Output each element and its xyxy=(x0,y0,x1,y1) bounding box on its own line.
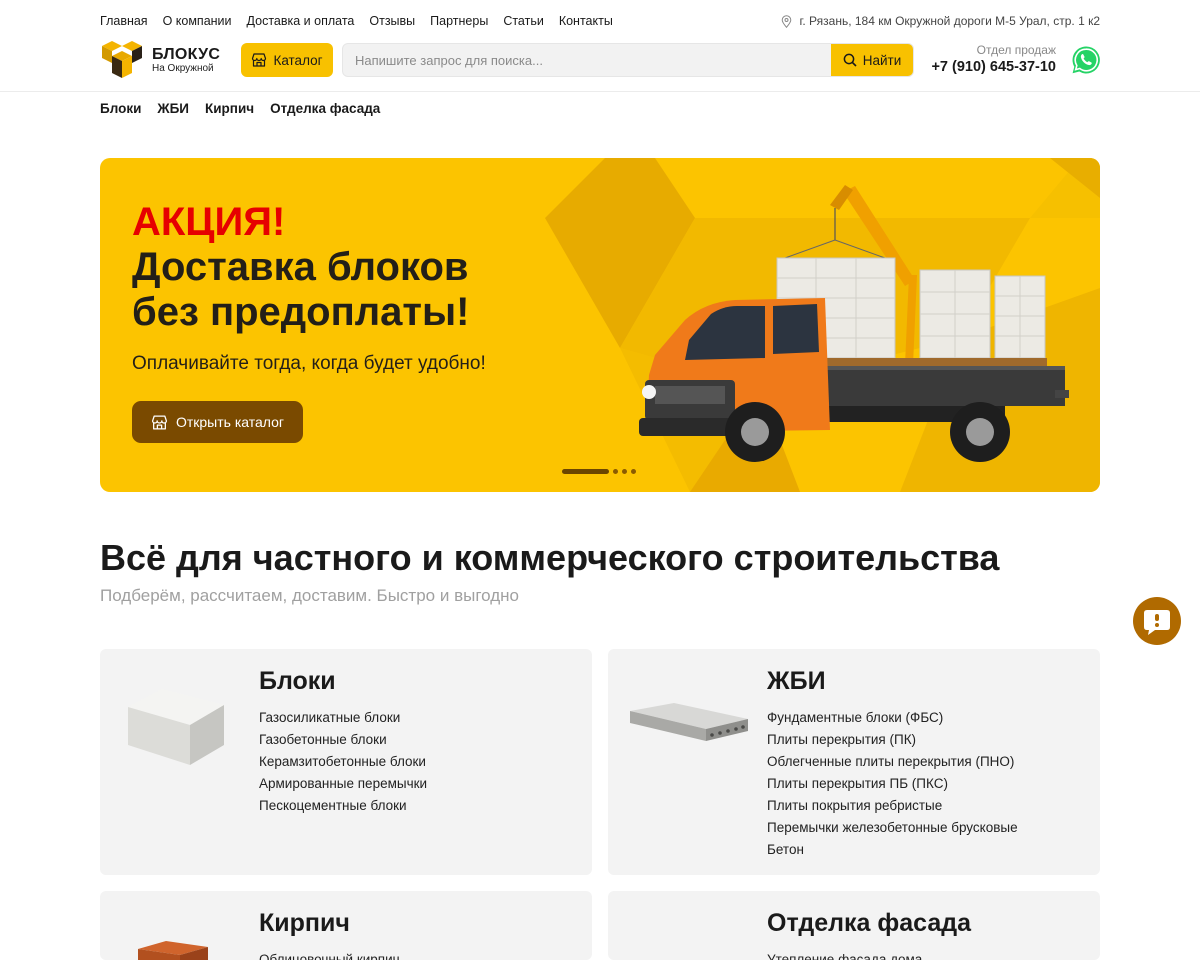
card-link[interactable]: Бетон xyxy=(767,839,1018,861)
card-link-list: Газосиликатные блоки Газобетонные блоки … xyxy=(259,707,427,817)
open-catalog-label: Открыть каталог xyxy=(175,414,285,430)
category-card-brick[interactable]: Кирпич Облицовочный кирпич xyxy=(100,891,592,960)
top-bar: Главная О компании Доставка и оплата Отз… xyxy=(100,12,1100,30)
truck-image xyxy=(639,185,1069,462)
promo-headline-line2: без предоплаты! xyxy=(132,290,470,334)
logo[interactable]: БЛОКУС На Окружной xyxy=(100,40,230,80)
promo-text: АКЦИЯ! Доставка блоков без предоплаты! О… xyxy=(132,200,486,376)
brick-image xyxy=(138,941,208,960)
category-nav-blocks[interactable]: Блоки xyxy=(100,101,141,116)
promo-label: АКЦИЯ! xyxy=(132,200,286,244)
location-pin-icon xyxy=(782,14,792,28)
aerated-block-image xyxy=(128,689,224,765)
card-link[interactable]: Газобетонные блоки xyxy=(259,729,427,751)
card-title: ЖБИ xyxy=(767,667,826,695)
category-nav-concrete[interactable]: ЖБИ xyxy=(157,101,189,116)
card-link[interactable]: Газосиликатные блоки xyxy=(259,707,427,729)
category-card-blocks[interactable]: Блоки Газосиликатные блоки Газобетонные … xyxy=(100,649,592,875)
phone-link[interactable]: +7 (910) 645-37-10 xyxy=(930,57,1056,77)
promo-subtext: Оплачивайте тогда, когда будет удобно! xyxy=(132,353,486,374)
card-title: Блоки xyxy=(259,667,336,695)
search-input[interactable] xyxy=(343,44,829,76)
search-button[interactable]: Найти xyxy=(831,44,913,76)
top-nav-reviews[interactable]: Отзывы xyxy=(369,14,415,28)
card-link[interactable]: Плиты покрытия ребристые xyxy=(767,795,1018,817)
search-button-label: Найти xyxy=(862,52,902,68)
card-link[interactable]: Фундаментные блоки (ФБС) xyxy=(767,707,1018,729)
chat-bubble-icon xyxy=(1144,610,1170,635)
category-nav-facade[interactable]: Отделка фасада xyxy=(270,101,380,116)
chat-widget-button[interactable] xyxy=(1133,597,1181,645)
address-text: г. Рязань, 184 км Окружной дороги М-5 Ур… xyxy=(799,14,1100,28)
card-link[interactable]: Керамзитобетонные блоки xyxy=(259,751,427,773)
top-nav-home[interactable]: Главная xyxy=(100,14,148,28)
card-link-list: Фундаментные блоки (ФБС) Плиты перекрыти… xyxy=(767,707,1018,861)
card-link[interactable]: Плиты перекрытия (ПК) xyxy=(767,729,1018,751)
catalog-button-label: Каталог xyxy=(273,52,323,68)
slider-dot-active[interactable] xyxy=(562,469,609,474)
slider-dot[interactable] xyxy=(631,469,636,474)
floor-slab-image xyxy=(630,703,748,741)
whatsapp-icon[interactable] xyxy=(1070,44,1102,76)
card-link-list: Утепление фасада дома xyxy=(767,949,922,960)
logo-subtitle: На Окружной xyxy=(152,62,214,74)
category-card-concrete[interactable]: ЖБИ Фундаментные блоки (ФБС) Плиты перек… xyxy=(608,649,1100,875)
card-title: Кирпич xyxy=(259,909,350,937)
logo-cubes-icon xyxy=(102,41,142,78)
top-nav-delivery[interactable]: Доставка и оплата xyxy=(247,14,355,28)
top-nav-partners[interactable]: Партнеры xyxy=(430,14,488,28)
sales-contact: Отдел продаж +7 (910) 645-37-10 xyxy=(930,43,1056,77)
card-link[interactable]: Пескоцементные блоки xyxy=(259,795,427,817)
promo-banner: АКЦИЯ! Доставка блоков без предоплаты! О… xyxy=(100,158,1100,492)
card-link[interactable]: Утепление фасада дома xyxy=(767,949,922,960)
store-icon xyxy=(252,53,267,67)
sales-label: Отдел продаж xyxy=(976,43,1056,57)
card-link[interactable]: Облегченные плиты перекрытия (ПНО) xyxy=(767,751,1018,773)
catalog-button[interactable]: Каталог xyxy=(241,43,333,77)
card-link-list: Облицовочный кирпич xyxy=(259,949,400,960)
category-card-facade[interactable]: Отделка фасада Утепление фасада дома xyxy=(608,891,1100,960)
card-title: Отделка фасада xyxy=(767,909,972,937)
search-icon xyxy=(843,53,857,67)
card-link[interactable]: Плиты перекрытия ПБ (ПКС) xyxy=(767,773,1018,795)
card-link[interactable]: Облицовочный кирпич xyxy=(259,949,400,960)
open-catalog-button[interactable]: Открыть каталог xyxy=(132,401,303,443)
search-bar: Найти xyxy=(342,43,914,77)
header: БЛОКУС На Окружной Каталог Найти Отдел п… xyxy=(100,40,1100,80)
top-nav-contacts[interactable]: Контакты xyxy=(559,14,613,28)
top-nav: Главная О компании Доставка и оплата Отз… xyxy=(100,14,613,28)
store-icon xyxy=(151,414,168,430)
top-nav-articles[interactable]: Статьи xyxy=(503,14,544,28)
top-nav-about[interactable]: О компании xyxy=(163,14,232,28)
slider-dots xyxy=(562,469,636,474)
slider-dot[interactable] xyxy=(613,469,618,474)
category-nav: Блоки ЖБИ Кирпич Отделка фасада xyxy=(100,101,380,116)
section-title: Всё для частного и коммерческого строите… xyxy=(100,537,1000,578)
address[interactable]: г. Рязань, 184 км Окружной дороги М-5 Ур… xyxy=(781,14,1100,28)
card-link[interactable]: Перемычки железобетонные брусковые xyxy=(767,817,1018,839)
header-divider xyxy=(0,91,1200,92)
slider-dot[interactable] xyxy=(622,469,627,474)
logo-title: БЛОКУС xyxy=(152,45,221,63)
category-nav-brick[interactable]: Кирпич xyxy=(205,101,254,116)
section-subtitle: Подберём, рассчитаем, доставим. Быстро и… xyxy=(100,586,519,605)
card-link[interactable]: Армированные перемычки xyxy=(259,773,427,795)
promo-headline-line1: Доставка блоков xyxy=(132,245,469,289)
